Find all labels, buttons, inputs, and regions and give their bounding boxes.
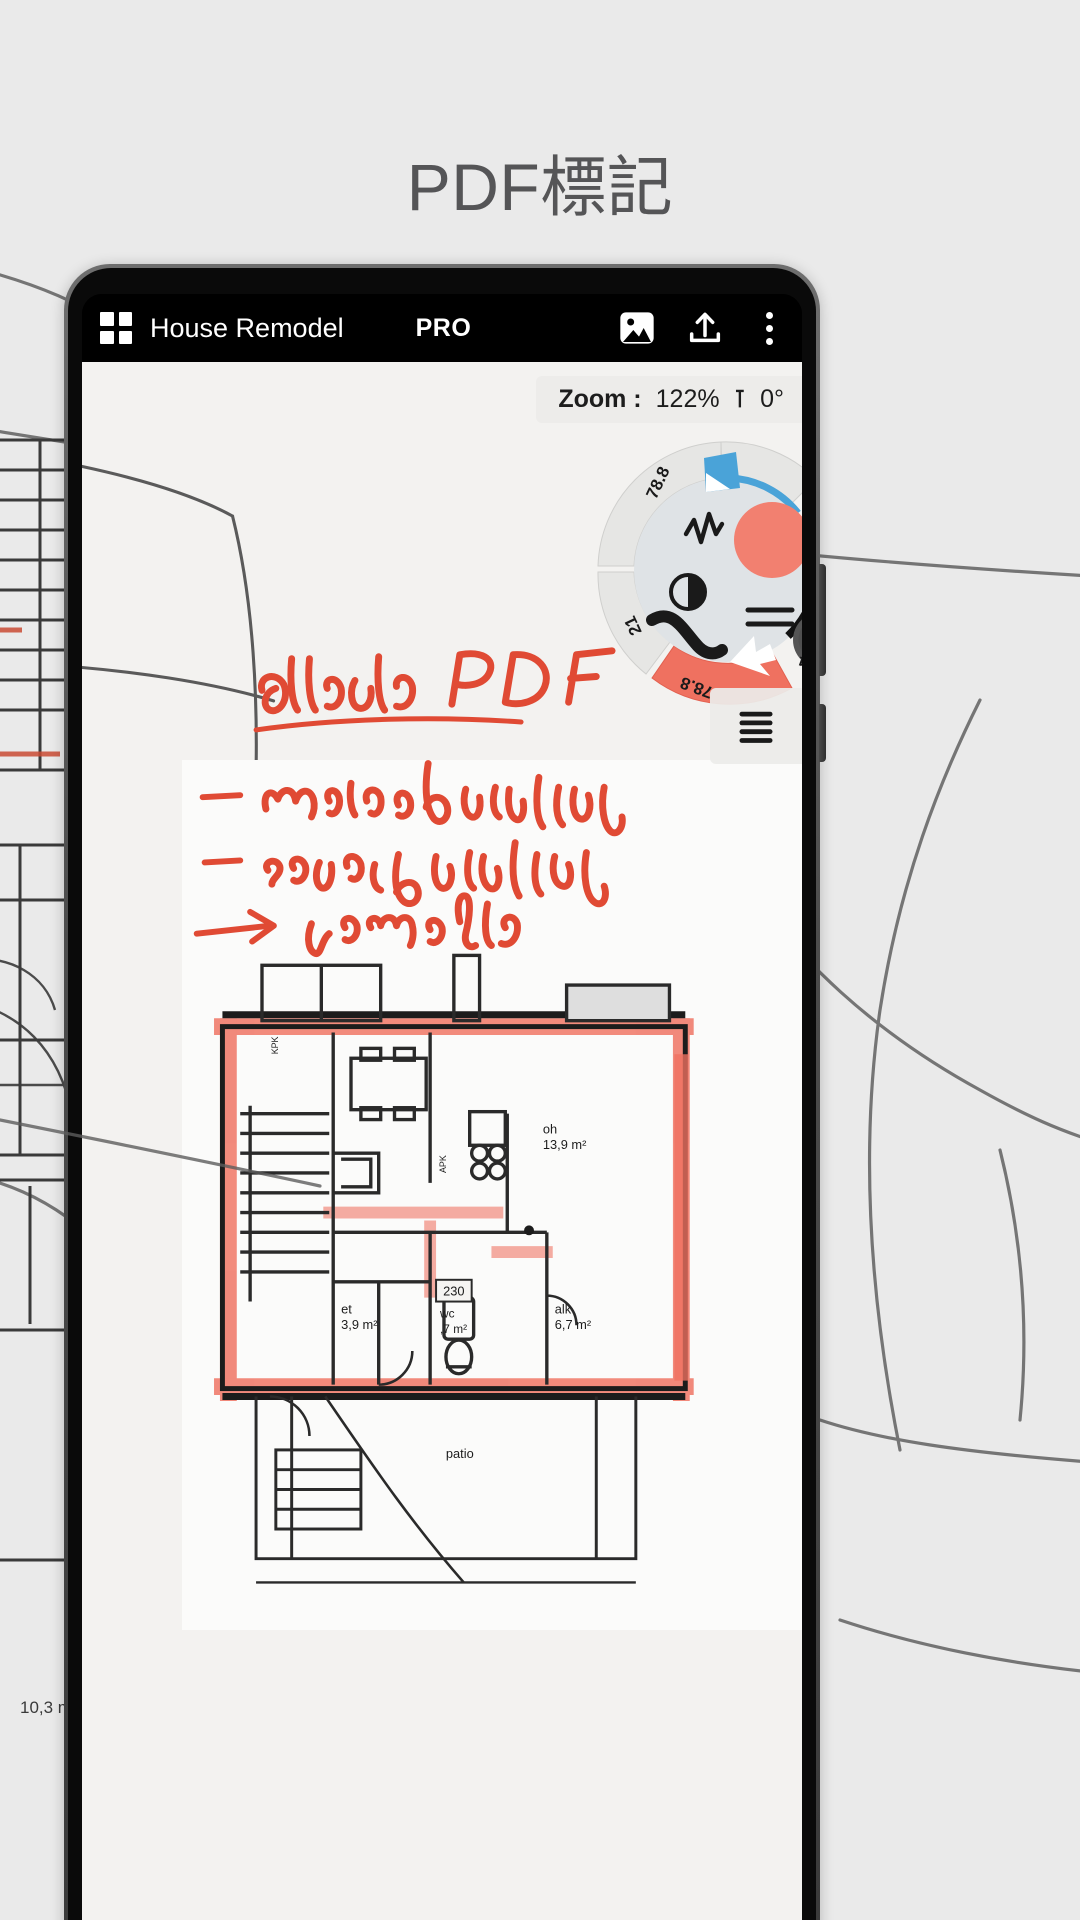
layers-button[interactable] (710, 688, 802, 764)
zoom-value: 122% (655, 385, 720, 413)
svg-text:alk: alk (555, 1301, 572, 1316)
svg-text:13,9 m²: 13,9 m² (543, 1137, 587, 1152)
svg-text:et: et (341, 1301, 352, 1316)
document-title: House Remodel (150, 312, 344, 343)
pdf-canvas[interactable]: 230 oh 13,9 m² et 3,9 m² wc ,7 m² alk 6,… (82, 362, 802, 1920)
svg-text:APK: APK (438, 1155, 448, 1173)
svg-text:oh: oh (543, 1121, 557, 1136)
svg-text:6,7 m²: 6,7 m² (555, 1317, 592, 1332)
phone-screen: House Remodel PRO 230 oh 13,9 m² et 3,9 … (82, 294, 802, 1920)
phone-volume-button[interactable] (819, 564, 826, 676)
phone-power-button[interactable] (819, 704, 826, 762)
radial-tool-menu[interactable]: 78.8 21 78.8 8.4 (576, 420, 802, 720)
svg-text:,7 m²: ,7 m² (440, 1322, 467, 1336)
kebab-menu-icon[interactable] (754, 305, 784, 351)
zoom-label: Zoom : (558, 385, 642, 413)
layers-icon (739, 711, 773, 743)
screenshot-root: 10,3 m² PDF標記 House Remodel PRO 230 oh 1… (0, 0, 1080, 1920)
svg-text:3,9 m²: 3,9 m² (341, 1317, 378, 1332)
svg-text:patio: patio (446, 1446, 474, 1461)
zoom-indicator[interactable]: Zoom : 122% ⊺ 0° (536, 376, 802, 423)
app-toolbar: House Remodel PRO (82, 294, 802, 362)
rotation-value: 0° (760, 385, 784, 413)
phone-mockup: House Remodel PRO 230 oh 13,9 m² et 3,9 … (64, 264, 826, 1920)
grid-icon[interactable] (100, 312, 132, 344)
svg-text:230: 230 (443, 1284, 464, 1299)
svg-text:wc: wc (439, 1306, 455, 1320)
pro-badge[interactable]: PRO (416, 314, 472, 343)
svg-text:KPK: KPK (270, 1036, 280, 1054)
angle-icon: ⊺ (733, 386, 747, 413)
upload-icon[interactable] (682, 305, 728, 351)
page-title: PDF標記 (406, 150, 674, 224)
image-icon[interactable] (614, 305, 660, 351)
